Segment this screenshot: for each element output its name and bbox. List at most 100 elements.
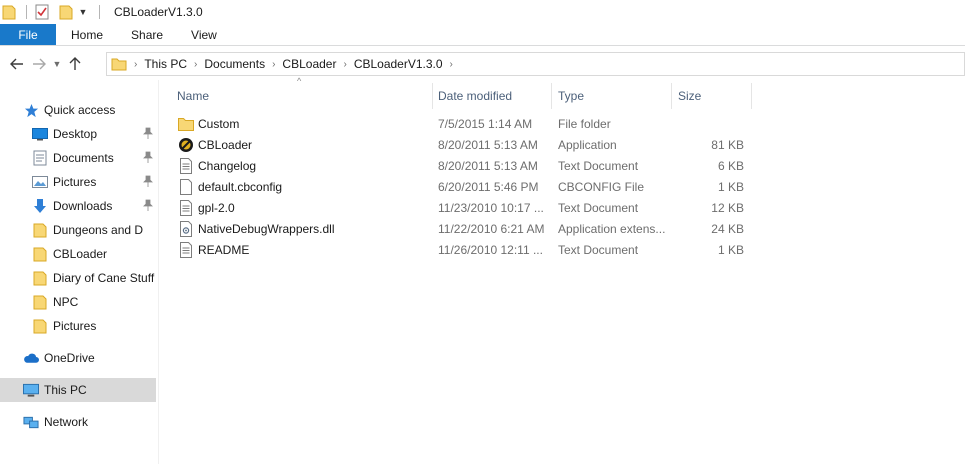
column-header-date-modified[interactable]: Date modified xyxy=(433,83,551,109)
file-type: Application extens... xyxy=(558,221,666,236)
breadcrumb-separator-icon[interactable]: › xyxy=(131,59,140,70)
customize-toolbar-chevron-icon[interactable]: ▼ xyxy=(75,4,91,20)
file-row-changelog[interactable]: Changelog 8/20/2011 5:13 AM Text Documen… xyxy=(172,155,752,176)
tab-home[interactable]: Home xyxy=(56,24,117,45)
column-header-size[interactable]: Size xyxy=(673,83,751,109)
sidebar-item-cbloader[interactable]: CBLoader xyxy=(0,242,156,266)
sidebar-item-this-pc[interactable]: This PC xyxy=(0,378,156,402)
navigation-pane: Quick access Desktop Documents Pictures xyxy=(0,80,159,464)
column-header-name[interactable]: Name xyxy=(172,83,432,109)
sidebar-item-npc[interactable]: NPC xyxy=(0,290,156,314)
sidebar-item-label: CBLoader xyxy=(53,247,108,261)
app-emblem-icon xyxy=(178,137,194,153)
desktop-icon xyxy=(32,126,48,142)
breadcrumb-separator-icon[interactable]: › xyxy=(269,59,278,70)
file-date: 8/20/2011 5:13 AM xyxy=(438,137,538,152)
file-row-custom[interactable]: Custom 7/5/2015 1:14 AM File folder xyxy=(172,113,752,134)
title-bar: ▼ CBLoaderV1.3.0 xyxy=(0,0,965,24)
file-type: File folder xyxy=(558,116,611,131)
file-type: Text Document xyxy=(558,200,639,215)
column-divider[interactable] xyxy=(671,83,672,109)
file-size: 81 KB xyxy=(711,137,744,152)
sidebar-item-downloads[interactable]: Downloads xyxy=(0,194,156,218)
sidebar-item-pictures[interactable]: Pictures xyxy=(0,170,156,194)
sidebar-item-pictures-folder[interactable]: Pictures xyxy=(0,314,156,338)
sidebar-item-desktop[interactable]: Desktop xyxy=(0,122,156,146)
file-name-cell: Changelog xyxy=(178,155,256,176)
folder-icon[interactable] xyxy=(2,4,18,20)
file-name-cell: NativeDebugWrappers.dll xyxy=(178,218,335,239)
file-row-nativedebugwrappers-dll[interactable]: NativeDebugWrappers.dll 11/22/2010 6:21 … xyxy=(172,218,752,239)
file-row-readme[interactable]: README 11/26/2010 12:11 ... Text Documen… xyxy=(172,239,752,260)
up-button[interactable] xyxy=(64,52,86,76)
breadcrumb-separator-icon[interactable]: › xyxy=(447,59,456,70)
file-type: Text Document xyxy=(558,158,639,173)
column-header-type[interactable]: Type xyxy=(553,83,671,109)
file-row-cbloader[interactable]: CBLoader 8/20/2011 5:13 AM Application 8… xyxy=(172,134,752,155)
divider xyxy=(99,5,100,19)
back-button[interactable] xyxy=(6,52,28,76)
sidebar-item-dungeons-and-d[interactable]: Dungeons and D xyxy=(0,218,156,242)
address-bar[interactable]: › This PC › Documents › CBLoader › CBLoa… xyxy=(106,52,965,76)
breadcrumb-separator-icon[interactable]: › xyxy=(340,59,349,70)
pin-icon[interactable] xyxy=(143,199,153,213)
new-folder-icon[interactable] xyxy=(59,4,75,20)
file-row-gpl-2-0[interactable]: gpl-2.0 11/23/2010 10:17 ... Text Docume… xyxy=(172,197,752,218)
pin-icon[interactable] xyxy=(143,127,153,141)
folder-icon xyxy=(32,318,48,334)
file-list: ^ Name Date modified Type Size Custom 7/… xyxy=(172,76,965,464)
sidebar-item-label: OneDrive xyxy=(44,351,95,365)
folder-icon xyxy=(32,294,48,310)
file-date: 11/22/2010 6:21 AM xyxy=(438,221,545,236)
file-name: CBLoader xyxy=(198,137,253,152)
pin-icon[interactable] xyxy=(143,175,153,189)
file-size: 1 KB xyxy=(717,179,744,194)
file-name-cell: Custom xyxy=(178,113,239,134)
sidebar-item-documents[interactable]: Documents xyxy=(0,146,156,170)
monitor-icon xyxy=(23,382,39,398)
sidebar-item-diary-of-cane-stuff[interactable]: Diary of Cane Stuff xyxy=(0,266,156,290)
file-row-default-cbconfig[interactable]: default.cbconfig 6/20/2011 5:46 PM CBCON… xyxy=(172,176,752,197)
breadcrumb-this-pc[interactable]: This PC xyxy=(140,57,191,71)
pin-icon[interactable] xyxy=(143,151,153,165)
column-divider[interactable] xyxy=(551,83,552,109)
sidebar-item-label: Quick access xyxy=(44,103,116,117)
column-divider[interactable] xyxy=(751,83,752,109)
documents-icon xyxy=(32,150,48,166)
navigation-bar: ▼ › This PC › Documents › CBLoader › CBL… xyxy=(0,51,965,77)
sidebar-item-label: Downloads xyxy=(53,199,113,213)
sidebar-item-label: Documents xyxy=(53,151,114,165)
star-icon xyxy=(23,102,39,118)
sidebar-item-label: NPC xyxy=(53,295,79,309)
file-name-cell: CBLoader xyxy=(178,134,252,155)
quick-access-toolbar: ▼ xyxy=(0,0,108,24)
sidebar-item-quick-access[interactable]: Quick access xyxy=(0,98,156,122)
sidebar-item-label: Pictures xyxy=(53,319,97,333)
blank-file-icon xyxy=(178,178,194,195)
properties-icon[interactable] xyxy=(35,4,51,20)
file-name-cell: gpl-2.0 xyxy=(178,197,235,218)
recent-locations-button[interactable]: ▼ xyxy=(50,52,64,76)
sidebar-item-network[interactable]: Network xyxy=(0,410,156,434)
back-arrow-icon xyxy=(10,58,23,70)
breadcrumb-separator-icon[interactable]: › xyxy=(191,59,200,70)
breadcrumb-documents[interactable]: Documents xyxy=(200,57,269,71)
pictures-icon xyxy=(32,174,48,190)
text-file-icon xyxy=(178,199,194,216)
forward-button[interactable] xyxy=(28,52,50,76)
breadcrumb-cbloaderv130[interactable]: CBLoaderV1.3.0 xyxy=(350,57,447,71)
tab-view[interactable]: View xyxy=(177,24,231,45)
sidebar-item-label: This PC xyxy=(44,383,87,397)
tab-share[interactable]: Share xyxy=(117,24,177,45)
folder-icon xyxy=(32,246,48,262)
ribbon-tabs: File Home Share View xyxy=(0,24,965,46)
sidebar-item-label: Desktop xyxy=(53,127,98,141)
file-date: 6/20/2011 5:46 PM xyxy=(438,179,539,194)
file-size: 6 KB xyxy=(717,158,744,173)
file-name: default.cbconfig xyxy=(198,179,283,194)
up-arrow-icon xyxy=(69,57,81,70)
folder-icon xyxy=(178,116,194,132)
breadcrumb-cbloader[interactable]: CBLoader xyxy=(278,57,340,71)
sidebar-item-onedrive[interactable]: OneDrive xyxy=(0,346,156,370)
tab-file[interactable]: File xyxy=(0,24,56,45)
